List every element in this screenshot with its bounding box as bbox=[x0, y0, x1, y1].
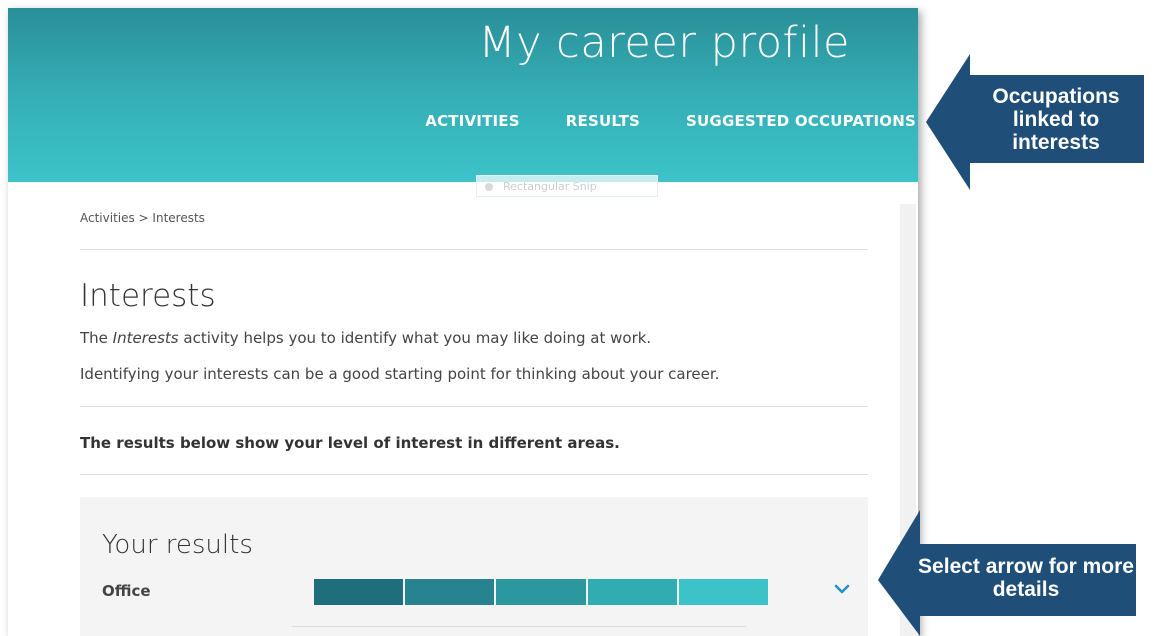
results-lead-text: The results below show your level of int… bbox=[80, 434, 620, 452]
callout-occupations: Occupations linked to interests bbox=[968, 75, 1144, 163]
snip-dot-icon bbox=[485, 183, 493, 191]
bar-segment bbox=[587, 579, 677, 605]
intro-emphasis: Interests bbox=[112, 329, 179, 347]
site-header: My career profile ACTIVITIES RESULTS SUG… bbox=[8, 8, 918, 182]
results-title: Your results bbox=[102, 530, 253, 560]
divider bbox=[80, 406, 868, 407]
site-title: My career profile bbox=[478, 18, 850, 68]
results-panel: Your results Office bbox=[80, 497, 868, 636]
divider bbox=[80, 474, 868, 475]
result-row-divider bbox=[292, 626, 746, 627]
main-nav: ACTIVITIES RESULTS SUGGESTED OCCUPATIONS bbox=[379, 112, 916, 130]
nav-suggested-occupations[interactable]: SUGGESTED OCCUPATIONS bbox=[686, 112, 916, 130]
breadcrumb: Activities > Interests bbox=[80, 211, 205, 225]
nav-results[interactable]: RESULTS bbox=[566, 112, 640, 130]
nav-activities[interactable]: ACTIVITIES bbox=[425, 112, 519, 130]
interest-level-bar bbox=[314, 579, 769, 605]
snip-label: Rectangular Snip bbox=[503, 180, 597, 193]
page-title: Interests bbox=[80, 278, 216, 314]
intro-paragraph: The Interests activity helps you to iden… bbox=[80, 329, 651, 347]
intro-suffix: activity helps you to identify what you … bbox=[178, 329, 652, 347]
result-label: Office bbox=[102, 582, 151, 600]
result-row-office: Office bbox=[102, 579, 862, 609]
divider bbox=[80, 249, 868, 250]
intro-paragraph-2: Identifying your interests can be a good… bbox=[80, 365, 720, 383]
screenshot-panel: My career profile ACTIVITIES RESULTS SUG… bbox=[8, 8, 918, 636]
bar-segment bbox=[678, 579, 769, 605]
bar-segment bbox=[405, 579, 495, 605]
rectangular-snip-overlay: Rectangular Snip bbox=[476, 175, 658, 197]
intro-prefix: The bbox=[80, 329, 113, 347]
bar-segment bbox=[496, 579, 586, 605]
chevron-down-icon[interactable] bbox=[830, 577, 854, 601]
callout-arrow-icon bbox=[926, 54, 970, 190]
bar-segment bbox=[314, 579, 404, 605]
callout-select-arrow: Select arrow for more details bbox=[916, 544, 1136, 616]
